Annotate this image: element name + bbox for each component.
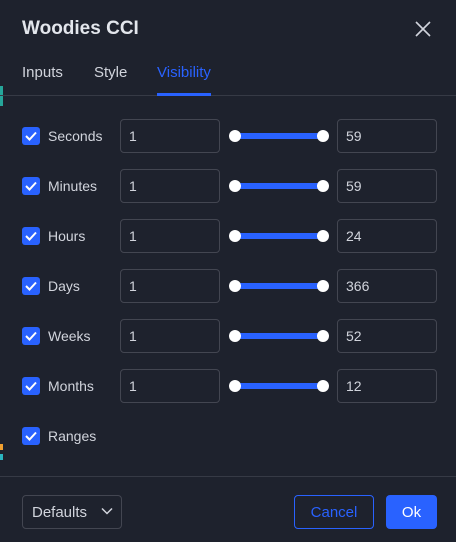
visibility-row-minutes: Minutes — [0, 169, 456, 203]
minutes-range-slider[interactable] — [229, 176, 329, 196]
months-range-slider[interactable] — [229, 376, 329, 396]
slider-track — [235, 383, 323, 389]
slider-start-handle[interactable] — [229, 130, 241, 142]
hours-min-input[interactable] — [120, 219, 220, 253]
hours-label: Hours — [48, 228, 86, 244]
slider-track — [235, 333, 323, 339]
days-checkbox[interactable] — [22, 277, 40, 295]
slider-track — [235, 233, 323, 239]
weeks-checkbox[interactable] — [22, 327, 40, 345]
ranges-checkbox[interactable] — [22, 427, 40, 445]
slider-end-handle[interactable] — [317, 330, 329, 342]
seconds-label: Seconds — [48, 128, 103, 144]
slider-track — [235, 283, 323, 289]
slider-end-handle[interactable] — [317, 380, 329, 392]
weeks-max-input[interactable] — [337, 319, 437, 353]
seconds-checkbox[interactable] — [22, 127, 40, 145]
minutes-min-input[interactable] — [120, 169, 220, 203]
slider-end-handle[interactable] — [317, 230, 329, 242]
seconds-range-slider[interactable] — [229, 126, 329, 146]
chart-edge-teal-mark — [0, 454, 3, 460]
tab-inputs[interactable]: Inputs — [22, 64, 63, 96]
checkmark-icon — [25, 131, 37, 141]
slider-start-handle[interactable] — [229, 180, 241, 192]
checkmark-icon — [25, 231, 37, 241]
defaults-dropdown[interactable]: Defaults — [22, 495, 122, 529]
checkmark-icon — [25, 181, 37, 191]
minutes-label: Minutes — [48, 178, 98, 194]
close-icon — [415, 21, 431, 37]
weeks-range-slider[interactable] — [229, 326, 329, 346]
slider-end-handle[interactable] — [317, 130, 329, 142]
months-label: Months — [48, 378, 94, 394]
dialog-title: Woodies CCI — [22, 18, 139, 39]
hours-checkbox[interactable] — [22, 227, 40, 245]
slider-start-handle[interactable] — [229, 230, 241, 242]
checkmark-icon — [25, 381, 37, 391]
slider-start-handle[interactable] — [229, 380, 241, 392]
tab-bar: Inputs Style Visibility — [0, 56, 456, 96]
chevron-down-icon — [101, 507, 113, 515]
minutes-max-input[interactable] — [337, 169, 437, 203]
defaults-label: Defaults — [32, 503, 88, 521]
slider-track — [235, 133, 323, 139]
visibility-row-days: Days — [0, 269, 456, 303]
visibility-row-months: Months — [0, 369, 456, 403]
ok-button[interactable]: Ok — [386, 495, 437, 529]
days-label: Days — [48, 278, 80, 294]
months-min-input[interactable] — [120, 369, 220, 403]
days-max-input[interactable] — [337, 269, 437, 303]
days-min-input[interactable] — [120, 269, 220, 303]
slider-end-handle[interactable] — [317, 180, 329, 192]
hours-max-input[interactable] — [337, 219, 437, 253]
checkmark-icon — [25, 281, 37, 291]
dialog-footer: Defaults Cancel Ok — [0, 476, 456, 542]
visibility-row-ranges: Ranges — [0, 419, 456, 453]
checkmark-icon — [25, 431, 37, 441]
slider-end-handle[interactable] — [317, 280, 329, 292]
settings-dialog: Woodies CCI Inputs Style Visibility Seco… — [0, 0, 456, 542]
cancel-button[interactable]: Cancel — [294, 495, 374, 529]
ranges-label: Ranges — [48, 428, 97, 444]
tab-visibility[interactable]: Visibility — [157, 64, 211, 96]
seconds-max-input[interactable] — [337, 119, 437, 153]
months-checkbox[interactable] — [22, 377, 40, 395]
tab-style[interactable]: Style — [94, 64, 127, 96]
visibility-row-seconds: Seconds — [0, 119, 456, 153]
hours-range-slider[interactable] — [229, 226, 329, 246]
visibility-row-weeks: Weeks — [0, 319, 456, 353]
checkmark-icon — [25, 331, 37, 341]
slider-start-handle[interactable] — [229, 330, 241, 342]
seconds-min-input[interactable] — [120, 119, 220, 153]
minutes-checkbox[interactable] — [22, 177, 40, 195]
slider-track — [235, 183, 323, 189]
close-button[interactable] — [408, 14, 438, 44]
slider-start-handle[interactable] — [229, 280, 241, 292]
days-range-slider[interactable] — [229, 276, 329, 296]
visibility-row-hours: Hours — [0, 219, 456, 253]
weeks-label: Weeks — [48, 328, 91, 344]
weeks-min-input[interactable] — [120, 319, 220, 353]
months-max-input[interactable] — [337, 369, 437, 403]
